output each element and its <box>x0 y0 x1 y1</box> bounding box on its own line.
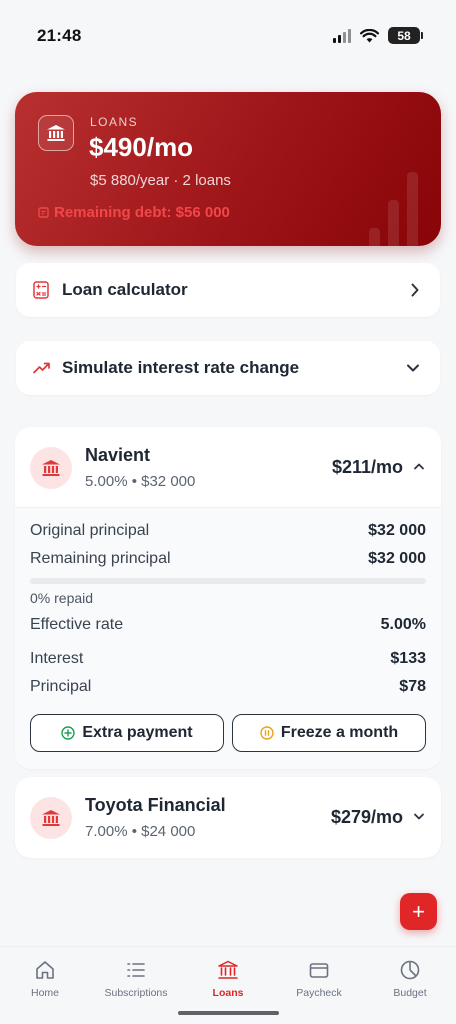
simulate-rate-label: Simulate interest rate change <box>62 358 300 377</box>
loan-header[interactable]: Toyota Financial 7.00% • $24 000 $279/mo <box>15 777 441 857</box>
effective-rate-label: Effective rate <box>30 616 124 633</box>
loan-header[interactable]: Navient 5.00% • $32 000 $211/mo <box>15 427 441 507</box>
principal-row: Principal $78 <box>30 678 426 696</box>
remaining-principal-value: $32 000 <box>368 550 426 567</box>
cellular-signal-icon <box>333 28 351 43</box>
bank-icon <box>218 960 238 979</box>
loan-meta: 5.00% • $32 000 <box>85 473 196 490</box>
nav-home[interactable]: Home <box>0 959 90 999</box>
chevron-right-icon <box>411 283 419 297</box>
loan-card-toyota-financial[interactable]: Toyota Financial 7.00% • $24 000 $279/mo <box>15 777 441 858</box>
freeze-month-button[interactable]: Freeze a month <box>232 714 426 752</box>
nav-subscriptions-label: Subscriptions <box>104 987 168 999</box>
wallet-icon <box>309 963 329 978</box>
interest-row: Interest $133 <box>30 650 426 668</box>
home-indicator <box>178 1011 279 1015</box>
decorative-bars <box>369 166 429 246</box>
nav-home-label: Home <box>30 987 59 999</box>
nav-paycheck-label: Paycheck <box>296 987 342 999</box>
bank-icon <box>30 797 72 839</box>
loan-monthly: $211/mo <box>331 457 403 477</box>
battery-indicator: 58 <box>388 27 423 44</box>
interest-value: $133 <box>390 650 426 667</box>
nav-paycheck[interactable]: Paycheck <box>274 959 364 999</box>
nav-loans-label: Loans <box>212 987 244 999</box>
receipt-icon <box>38 207 49 218</box>
nav-subscriptions[interactable]: Subscriptions <box>91 959 181 999</box>
summary-subtitle: $5 880/year · 2 loans <box>90 172 231 189</box>
simulate-rate-row[interactable]: Simulate interest rate change <box>16 341 440 395</box>
status-bar: 21:48 58 <box>0 0 456 70</box>
effective-rate-value: 5.00% <box>380 616 426 633</box>
extra-payment-button[interactable]: Extra payment <box>30 714 224 752</box>
loan-card-navient: Navient 5.00% • $32 000 $211/mo Original… <box>15 427 441 769</box>
remaining-debt-text: Remaining debt: $56 000 <box>54 204 230 221</box>
trending-up-icon <box>33 362 50 374</box>
original-principal-value: $32 000 <box>368 522 426 539</box>
list-icon <box>127 963 145 977</box>
original-principal-label: Original principal <box>30 522 150 539</box>
status-time: 21:48 <box>37 26 82 45</box>
summary-label: LOANS <box>90 115 139 129</box>
bank-icon <box>30 447 72 489</box>
original-principal-row: Original principal $32 000 <box>30 522 426 540</box>
summary-monthly: $490/mo <box>89 132 194 162</box>
loan-calculator-row[interactable]: Loan calculator <box>16 263 440 317</box>
freeze-month-label: Freeze a month <box>280 724 399 741</box>
pause-circle-icon <box>260 726 274 740</box>
principal-label: Principal <box>30 678 92 695</box>
chevron-down-icon[interactable] <box>413 812 425 821</box>
effective-rate-row: Effective rate 5.00% <box>30 616 426 634</box>
repaid-progress-bar <box>30 578 426 584</box>
loans-summary-card: LOANS $490/mo $5 880/year · 2 loans Rema… <box>15 92 441 246</box>
pie-chart-icon <box>400 960 420 980</box>
interest-label: Interest <box>30 650 84 667</box>
loan-meta: 7.00% • $24 000 <box>85 823 196 840</box>
remaining-debt: Remaining debt: $56 000 <box>38 204 230 221</box>
add-loan-button[interactable]: + <box>400 893 437 930</box>
wifi-icon <box>360 28 379 42</box>
remaining-principal-label: Remaining principal <box>30 550 171 567</box>
plus-circle-icon <box>61 726 76 740</box>
chevron-down-icon <box>407 364 419 372</box>
home-icon <box>36 961 54 979</box>
nav-budget[interactable]: Budget <box>365 959 455 999</box>
principal-value: $78 <box>399 678 426 695</box>
loan-monthly: $279/mo <box>330 807 403 827</box>
calculator-icon <box>33 281 49 299</box>
loan-calculator-label: Loan calculator <box>62 280 188 299</box>
nav-budget-label: Budget <box>393 987 427 999</box>
loan-name: Toyota Financial <box>85 795 226 815</box>
loan-name: Navient <box>85 445 151 465</box>
loan-details: Original principal $32 000 Remaining pri… <box>15 507 441 769</box>
remaining-principal-row: Remaining principal $32 000 <box>30 550 426 568</box>
extra-payment-label: Extra payment <box>82 724 193 741</box>
nav-loans[interactable]: Loans <box>183 959 273 999</box>
repaid-text: 0% repaid <box>30 590 94 606</box>
chevron-up-icon[interactable] <box>413 462 425 471</box>
bank-icon <box>38 115 74 151</box>
